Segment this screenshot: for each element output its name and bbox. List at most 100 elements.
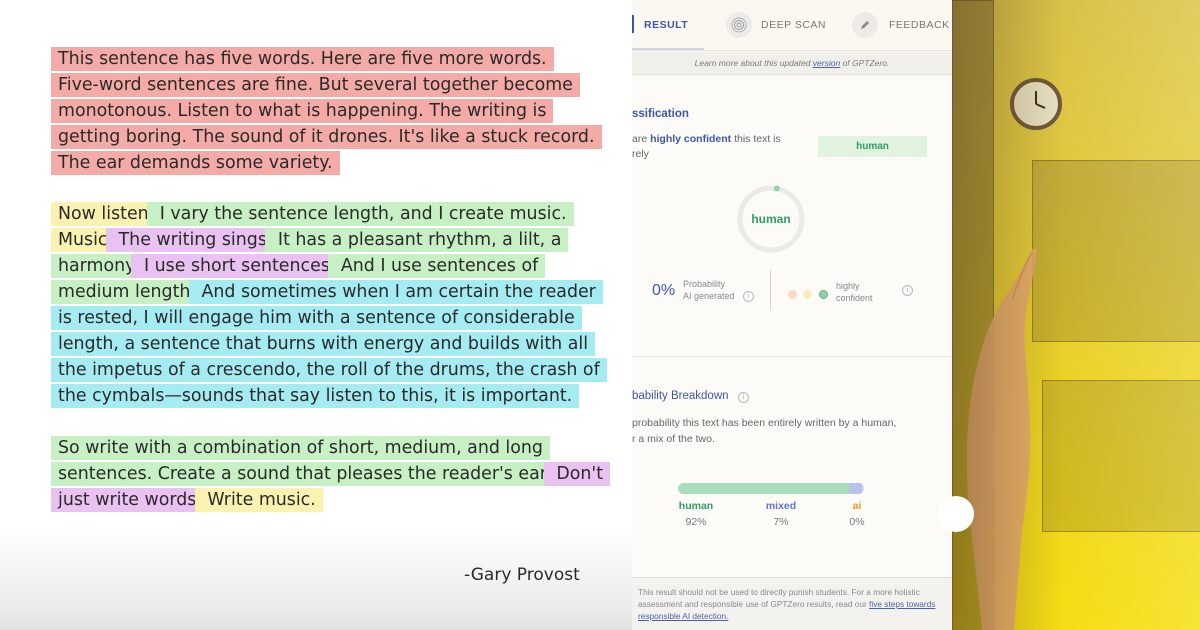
classification-badge: human: [818, 136, 927, 157]
active-tab-indicator: [632, 15, 634, 33]
fingerprint-icon: [726, 12, 752, 38]
highlighted-sentence: Don't: [543, 462, 611, 486]
info-icon[interactable]: i: [738, 392, 749, 403]
highlighted-sentence: Write music.: [194, 488, 323, 512]
breakdown-heading: bability Breakdown: [632, 390, 729, 402]
segment-human-label: human: [678, 500, 714, 512]
segment-ai-value: 0%: [849, 516, 865, 528]
segment-ai-label: ai: [852, 500, 862, 512]
highlighted-sentence: just write words.: [51, 488, 209, 512]
confidence-line2: rely: [632, 148, 649, 160]
text-line: Now listen. I vary the sentence length, …: [51, 201, 600, 227]
text-line: Five-word sentences are fine. But severa…: [51, 72, 595, 98]
highlighted-sentence: The writing sings.: [106, 228, 280, 252]
confidence-dots: [788, 286, 830, 304]
info-icon[interactable]: i: [743, 291, 754, 302]
probability-breakdown-card: bability Breakdown i probability this te…: [632, 357, 952, 577]
segment-mixed-value: 7%: [773, 516, 789, 528]
version-notice-text: Learn more about this updated: [694, 58, 813, 68]
info-icon[interactable]: i: [902, 285, 913, 296]
confidence-emphasis: highly confident: [650, 133, 732, 145]
version-notice: Learn more about this updated version of…: [632, 52, 952, 75]
highlighted-sentence: sentences. Create a sound that pleases t…: [51, 462, 558, 486]
tab-deep-scan[interactable]: DEEP SCAN: [726, 0, 846, 50]
segment-mixed-label: mixed: [765, 500, 797, 512]
text-line: monotonous. Listen to what is happening.…: [51, 98, 595, 124]
tab-deep-scan-label: DEEP SCAN: [761, 19, 826, 31]
highlighted-sentence: So write with a combination of short, me…: [51, 436, 550, 460]
confidence-statement: are highly confident this text is rely: [632, 132, 802, 162]
highlighted-sentence: I use short sentences.: [131, 254, 343, 278]
text-line: the cymbals—sounds that say listen to th…: [51, 383, 600, 409]
divider: [770, 270, 771, 310]
highlighted-sentence: And sometimes when I am certain the read…: [188, 280, 603, 304]
tab-feedback-label: FEEDBACK: [889, 19, 950, 31]
gptzero-result-panel: RESULT DEEP SCAN FEEDBACK Learn more abo…: [632, 0, 952, 630]
paragraph-varied: Now listen. I vary the sentence length, …: [51, 201, 607, 409]
text-line: This sentence has five words. Here are f…: [51, 46, 595, 72]
breakdown-bar-mixed: [849, 483, 862, 494]
version-notice-suffix: of GPTZero.: [840, 58, 890, 68]
highlighted-sentence: medium length.: [51, 280, 203, 304]
tab-underline: [632, 48, 704, 50]
ai-probability-label-line2: AI generated: [683, 291, 735, 301]
text-line: getting boring. The sound of it drones. …: [51, 124, 602, 150]
ai-probability-label-line1: Probability: [683, 279, 726, 289]
ring-marker: [773, 185, 780, 192]
highlighted-sentence: monotonous. Listen to what is happening.…: [51, 99, 554, 123]
confidence-label-line1: highly: [836, 281, 860, 291]
tab-result[interactable]: RESULT: [632, 0, 704, 50]
confidence-label-line2: confident: [836, 293, 873, 303]
essay-image: This sentence has five words. Here are f…: [0, 0, 632, 630]
paragraph-monotonous: This sentence has five words. Here are f…: [51, 46, 602, 176]
attribution: -Gary Provost: [464, 565, 580, 585]
breakdown-description-line2: r a mix of the two.: [632, 433, 715, 445]
text-line: harmony. I use short sentences. And I us…: [51, 253, 600, 279]
breakdown-bar-human: [678, 483, 849, 494]
tab-bar: RESULT DEEP SCAN FEEDBACK: [632, 0, 952, 51]
highlighted-sentence: It has a pleasant rhythm, a lilt, a: [265, 228, 569, 252]
text-line: medium length. And sometimes when I am c…: [51, 279, 603, 305]
text-line: So write with a combination of short, me…: [51, 435, 603, 461]
tab-feedback[interactable]: FEEDBACK: [852, 0, 952, 50]
disclaimer-text: This result should not be used to direct…: [638, 586, 938, 622]
paragraph-conclusion: So write with a combination of short, me…: [51, 435, 611, 513]
highlighted-sentence: This sentence has five words. Here are f…: [51, 47, 554, 71]
highlighted-sentence: the cymbals—sounds that say listen to th…: [51, 384, 580, 408]
ai-probability-label: Probability AI generated: [683, 278, 735, 302]
text-line: sentences. Create a sound that pleases t…: [51, 461, 611, 487]
text-line: is rested, I will engage him with a sent…: [51, 305, 600, 331]
highlighted-sentence: I vary the sentence length, and I create…: [147, 202, 574, 226]
highlighted-sentence: Now listen.: [51, 202, 162, 226]
highlighted-sentence: Five-word sentences are fine. But severa…: [51, 73, 580, 97]
confidence-dot-mid: [803, 290, 813, 299]
confidence-dot-high: [818, 290, 828, 299]
confidence-suffix: this text is: [731, 133, 781, 145]
confidence-dot-low: [788, 290, 797, 299]
text-line: The ear demands some variety.: [51, 150, 595, 176]
ai-probability-value: 0%: [652, 282, 676, 299]
breakdown-description-line1: probability this text has been entirely …: [632, 417, 897, 429]
tab-result-label: RESULT: [644, 19, 689, 31]
background-photo: [952, 0, 1200, 630]
pencil-icon: [852, 12, 878, 38]
confidence-prefix: are: [632, 133, 651, 145]
highlighted-sentence: length, a sentence that burns with energ…: [51, 332, 596, 356]
version-link[interactable]: version: [813, 58, 840, 68]
photo-shade: [952, 0, 1200, 630]
confidence-label: highly confident: [836, 280, 873, 304]
breakdown-description: probability this text has been entirely …: [632, 415, 932, 447]
text-line: the impetus of a crescendo, the roll of …: [51, 357, 607, 383]
breakdown-bar: [678, 483, 864, 494]
text-line: length, a sentence that burns with energ…: [51, 331, 600, 357]
highlighted-sentence: the impetus of a crescendo, the roll of …: [51, 358, 607, 382]
text-line: Music. The writing sings. It has a pleas…: [51, 227, 600, 253]
carousel-handle[interactable]: [938, 496, 974, 532]
highlighted-sentence: The ear demands some variety.: [51, 151, 340, 175]
classification-card: ssification are highly confident this te…: [632, 76, 952, 357]
highlighted-sentence: getting boring. The sound of it drones. …: [51, 125, 602, 149]
highlighted-sentence: And I use sentences of: [328, 254, 546, 278]
text-line: just write words. Write music.: [51, 487, 603, 513]
highlighted-sentence: is rested, I will engage him with a sent…: [51, 306, 582, 330]
disclaimer-footer: This result should not be used to direct…: [632, 577, 952, 630]
